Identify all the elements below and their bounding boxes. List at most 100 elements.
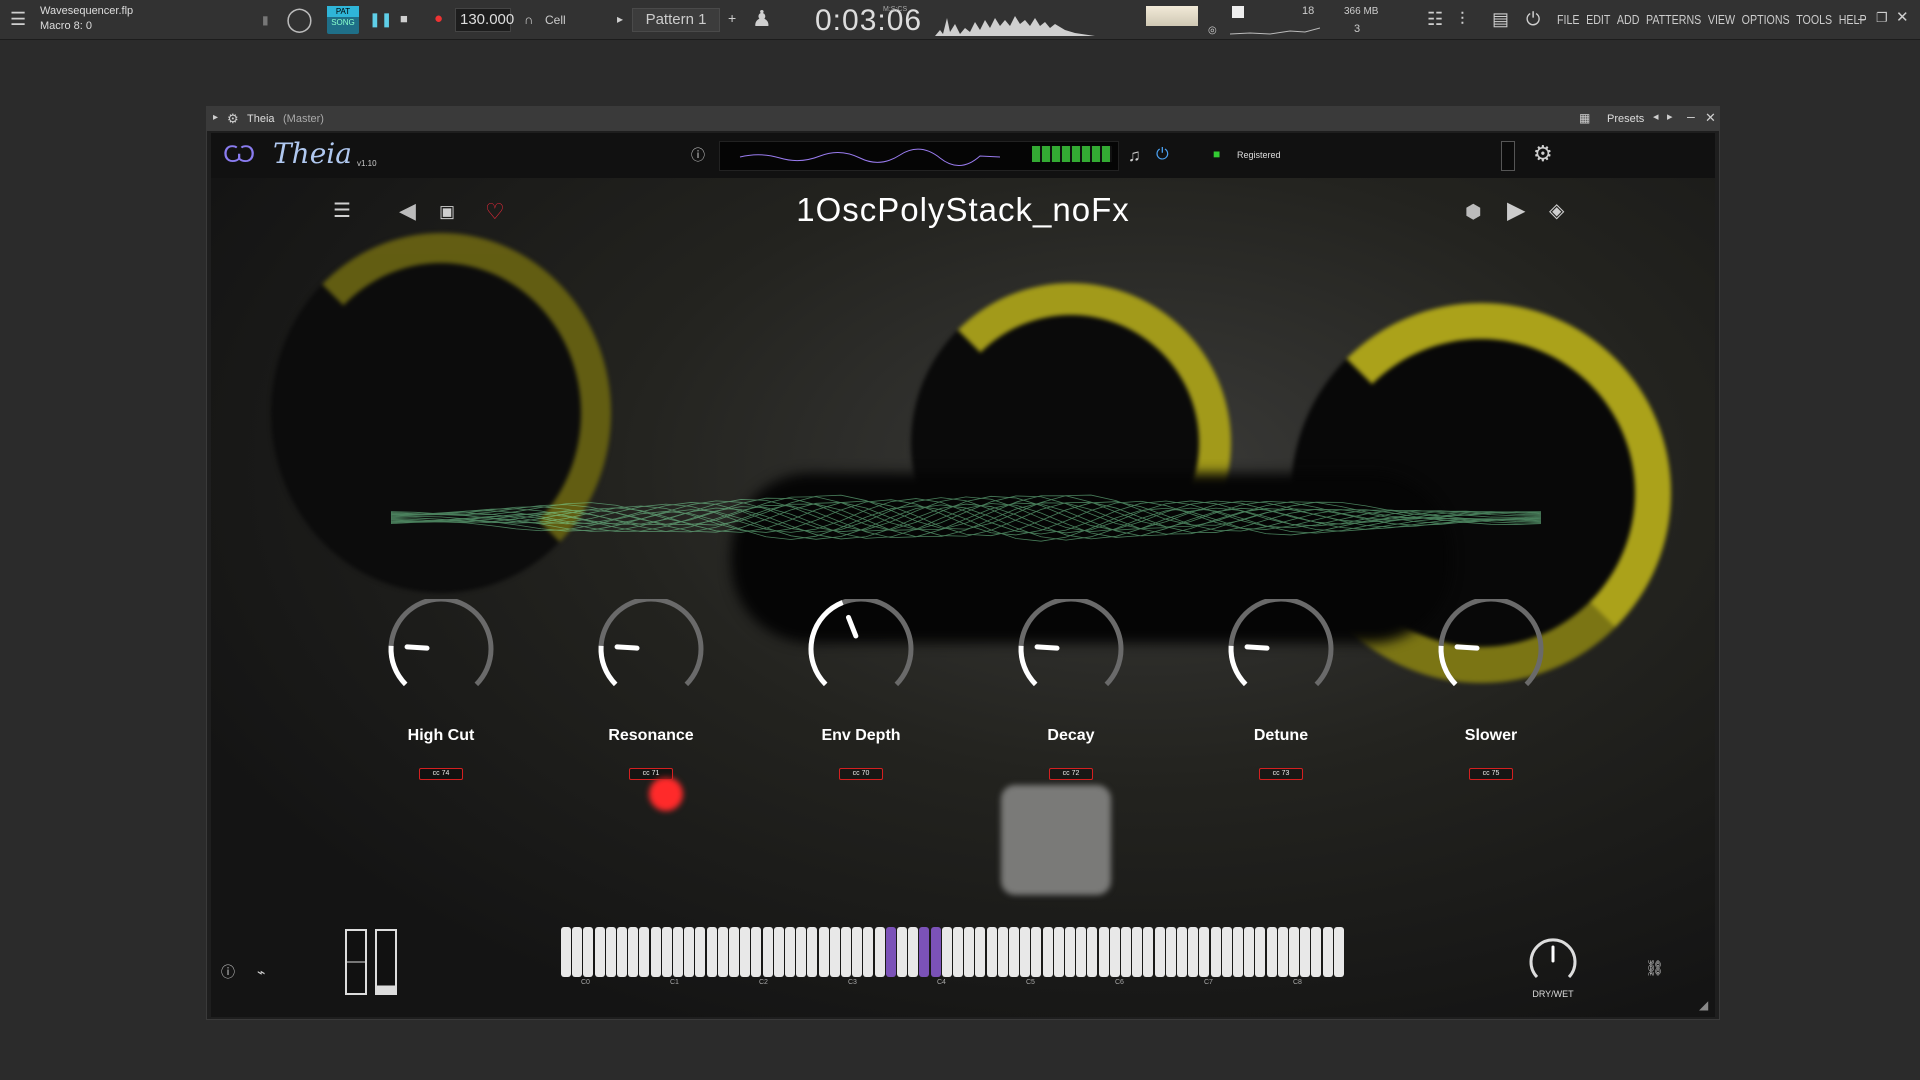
piano-key[interactable] <box>1020 927 1031 977</box>
piano-key[interactable] <box>829 927 840 977</box>
piano-key[interactable] <box>1154 927 1165 977</box>
piano-key[interactable] <box>751 927 762 977</box>
piano-key[interactable] <box>1098 927 1109 977</box>
pitch-knob-icon[interactable]: ◎ <box>1208 26 1217 36</box>
midi-cc-badge[interactable]: cc 72 <box>1049 768 1093 780</box>
piano-key[interactable] <box>617 927 627 977</box>
piano-key[interactable] <box>796 927 807 977</box>
piano-key[interactable] <box>852 927 863 977</box>
piano-key[interactable] <box>863 927 874 977</box>
midi-cc-badge[interactable]: cc 75 <box>1469 768 1513 780</box>
menu-file[interactable]: FILE <box>1557 12 1580 27</box>
menu-options[interactable]: OPTIONS <box>1742 12 1790 27</box>
piano-key[interactable] <box>1109 927 1120 977</box>
piano-key[interactable] <box>1009 927 1019 977</box>
piano-key[interactable] <box>997 927 1008 977</box>
piano-key[interactable] <box>964 927 975 977</box>
knob-dial[interactable] <box>1011 599 1131 709</box>
restore-app-icon[interactable]: ❐ <box>1876 11 1888 24</box>
power-toggle-icon[interactable]: ⏻ <box>1156 147 1169 163</box>
piano-key[interactable] <box>1233 927 1243 977</box>
mini-slider[interactable] <box>1501 141 1515 171</box>
play-pattern-icon[interactable]: ▸ <box>617 13 623 25</box>
plugin-gear-icon[interactable]: ⚙ <box>227 112 239 125</box>
piano-key[interactable] <box>1322 927 1333 977</box>
piano-key[interactable] <box>1053 927 1064 977</box>
knob-detune[interactable]: Detune cc 73 <box>1221 599 1341 799</box>
presets-label[interactable]: Presets <box>1607 113 1644 125</box>
midi-cc-badge[interactable]: cc 74 <box>419 768 463 780</box>
piano-key[interactable] <box>897 927 907 977</box>
piano-key[interactable] <box>572 927 583 977</box>
menu-edit[interactable]: EDIT <box>1586 12 1610 27</box>
music-note-icon[interactable]: ♫ <box>1128 147 1141 164</box>
piano-key[interactable] <box>1277 927 1288 977</box>
piano-key[interactable] <box>953 927 963 977</box>
pattern-selector[interactable]: Pattern 1 <box>632 8 720 32</box>
snap-magnet-icon[interactable]: ∩ <box>524 13 533 26</box>
knob-slower[interactable]: Slower cc 75 <box>1431 599 1551 799</box>
knob-env-depth[interactable]: Env Depth cc 70 <box>801 599 921 799</box>
piano-key[interactable] <box>841 927 851 977</box>
piano-key[interactable] <box>1300 927 1311 977</box>
piano-key[interactable] <box>919 927 930 977</box>
minimize-app-icon[interactable]: – <box>1858 11 1866 25</box>
piano-key[interactable] <box>1255 927 1266 977</box>
midi-cc-badge[interactable]: cc 73 <box>1259 768 1303 780</box>
stop-icon[interactable]: ■ <box>400 12 408 25</box>
menu-tools[interactable]: TOOLS <box>1796 12 1832 27</box>
piano-key[interactable] <box>1121 927 1131 977</box>
randomize-cube-icon[interactable]: ⬢ <box>1465 203 1482 222</box>
mixer-icon[interactable]: ⫶ <box>1460 10 1465 28</box>
mic-icon[interactable]: ▮ <box>262 14 269 26</box>
piano-key[interactable] <box>1165 927 1176 977</box>
piano-key[interactable] <box>695 927 706 977</box>
piano-key[interactable] <box>729 927 739 977</box>
master-volume-slider[interactable] <box>1146 6 1198 26</box>
mod-wheel[interactable] <box>375 929 397 995</box>
bottom-info-icon[interactable]: ⓘ <box>221 965 235 979</box>
piano-key[interactable] <box>1143 927 1154 977</box>
knob-dial[interactable] <box>381 599 501 709</box>
close-app-icon[interactable]: ✕ <box>1896 10 1909 25</box>
piano-key[interactable] <box>583 927 594 977</box>
knob-dial[interactable] <box>591 599 711 709</box>
metronome-dial-icon[interactable]: ◯ <box>286 8 313 32</box>
piano-key[interactable] <box>1333 927 1344 977</box>
pitch-wheel[interactable] <box>345 929 367 995</box>
piano-key[interactable] <box>1289 927 1299 977</box>
piano-key[interactable] <box>594 927 605 977</box>
piano-key[interactable] <box>1244 927 1255 977</box>
piano-key[interactable] <box>1210 927 1221 977</box>
pause-icon[interactable]: ❚❚ <box>369 12 392 26</box>
knob-dial[interactable] <box>1431 599 1551 709</box>
piano-key[interactable] <box>1042 927 1053 977</box>
close-window-icon[interactable]: ✕ <box>1705 111 1716 124</box>
piano-key[interactable] <box>661 927 672 977</box>
piano-key[interactable] <box>986 927 997 977</box>
piano-key[interactable] <box>1076 927 1087 977</box>
window-menu-arrow-icon[interactable]: ▸ <box>213 113 218 123</box>
piano-key[interactable] <box>930 927 941 977</box>
snap-selector[interactable]: Cell <box>545 0 605 40</box>
dry-wet-knob[interactable] <box>1525 933 1581 989</box>
piano-key[interactable] <box>1266 927 1277 977</box>
menu-view[interactable]: VIEW <box>1708 12 1735 27</box>
knob-dial[interactable] <box>801 599 921 709</box>
piano-key[interactable] <box>908 927 919 977</box>
piano-key[interactable] <box>785 927 795 977</box>
prev-preset-icon[interactable]: ◂ <box>1653 112 1659 123</box>
piano-key[interactable] <box>1199 927 1210 977</box>
plugin-window-titlebar[interactable]: ▸ ⚙ Theia (Master) ▦ Presets ◂ ▸ – ✕ <box>207 107 1719 131</box>
piano-key[interactable] <box>773 927 784 977</box>
channel-rack-icon[interactable]: ▤ <box>1492 10 1509 28</box>
play-preview-icon[interactable]: ▶ <box>1507 199 1525 223</box>
piano-key[interactable] <box>628 927 639 977</box>
piano-key[interactable] <box>975 927 986 977</box>
piano-key[interactable] <box>1311 927 1322 977</box>
piano-key[interactable] <box>885 927 896 977</box>
midi-cc-badge[interactable]: cc 70 <box>839 768 883 780</box>
piano-key[interactable] <box>650 927 661 977</box>
playlist-icon[interactable]: ☷ <box>1427 10 1443 28</box>
piano-key[interactable] <box>561 927 571 977</box>
